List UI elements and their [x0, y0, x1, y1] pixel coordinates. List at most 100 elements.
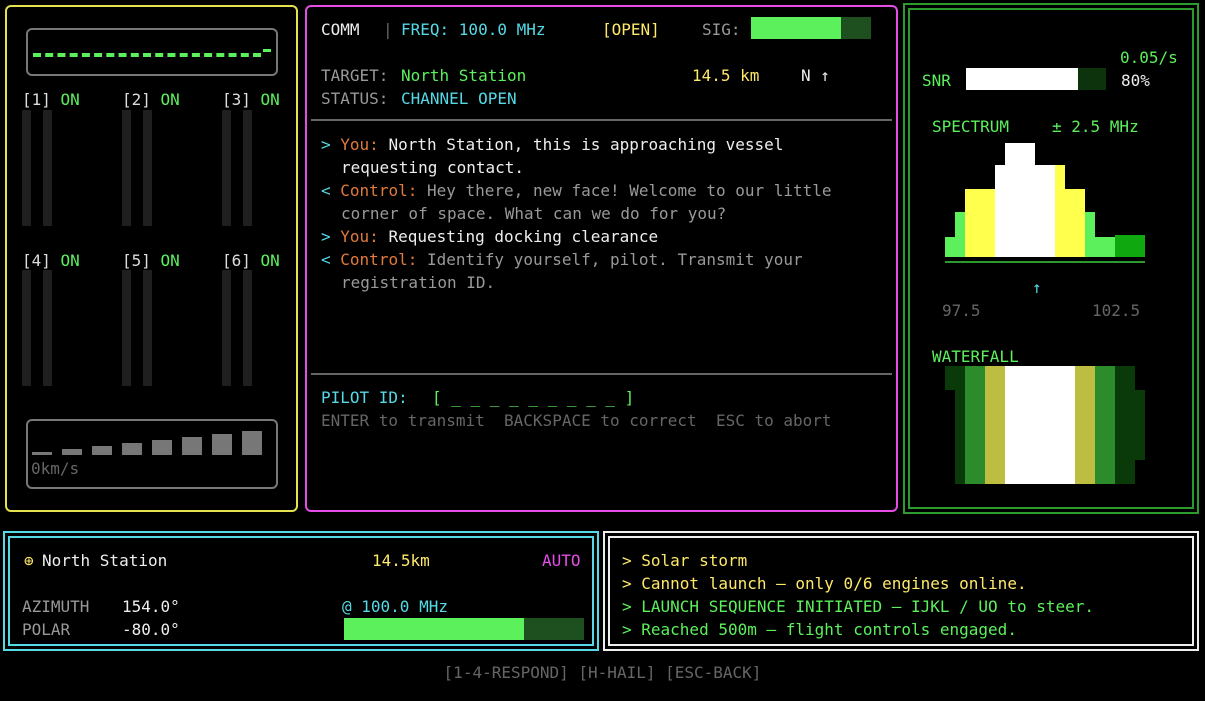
engine-2-bar-a [122, 110, 131, 226]
comm-panel: COMM | FREQ: 100.0 MHz [OPEN] SIG: TARGE… [305, 5, 898, 512]
engine-3-bar-b [243, 110, 252, 226]
comm-help-text: ENTER to transmit BACKSPACE to correct E… [321, 411, 832, 430]
spectrum-marker: ↑ [1032, 278, 1042, 297]
transcript-line: requesting contact. [341, 158, 525, 177]
spectrum-bar [1035, 165, 1045, 257]
velocity-bar-8 [242, 431, 262, 455]
spectrum-bar [1065, 189, 1075, 257]
transcript-line: corner of space. What can we do for you? [341, 204, 727, 223]
snr-meter [966, 68, 1106, 90]
spectrum-bar [965, 189, 975, 257]
log-line: > LAUNCH SEQUENCE INITIATED — IJKL / UO … [622, 597, 1095, 616]
spectrum-baseline [945, 261, 1145, 263]
engine-6-bar-a [222, 270, 231, 386]
waterfall-column [985, 366, 1005, 484]
velocity-bar-2 [62, 449, 82, 455]
velocity-readout: 0km/s [31, 459, 80, 478]
snr-meter-fill [966, 68, 1078, 90]
engine-4-label: [4] ON [22, 251, 80, 270]
spectrum-max-freq: 102.5 [1092, 301, 1141, 320]
snr-value: 80% [1121, 71, 1150, 90]
throttle-line [33, 53, 261, 57]
engine-5-bar-b [143, 270, 152, 386]
event-log-panel: > Solar storm > Cannot launch — only 0/6… [603, 531, 1199, 651]
log-line: > Reached 500m — flight controls engaged… [622, 620, 1017, 639]
spectrum-bar [945, 237, 955, 257]
spectrum-bar [1055, 165, 1065, 257]
velocity-bar-1 [32, 452, 52, 455]
tuning-meter [344, 618, 584, 640]
spectrum-bar [995, 165, 1005, 257]
spectrum-bar [1105, 237, 1115, 257]
nav-target-name: North Station [42, 551, 168, 570]
spectrum-bar [1115, 235, 1125, 257]
spectrum-bar [985, 189, 995, 257]
channel-state-badge: [OPEN] [602, 20, 660, 39]
target-crosshair-icon: ⊕ [24, 551, 34, 570]
status-label: STATUS: [321, 89, 389, 108]
waterfall-column [1095, 366, 1115, 484]
log-line: > Cannot launch — only 0/6 engines onlin… [622, 574, 1027, 593]
waterfall-title: WATERFALL [932, 347, 1019, 366]
comm-separator: | [383, 20, 393, 39]
engine-5-bar-a [122, 270, 131, 386]
status-value: CHANNEL OPEN [401, 89, 517, 108]
signal-meter [751, 17, 871, 39]
target-label: TARGET: [321, 66, 389, 85]
snr-label: SNR [922, 71, 951, 90]
velocity-bar-7 [212, 434, 232, 455]
signal-label: SIG: [702, 20, 741, 39]
pilot-id-label: PILOT ID: [321, 388, 408, 407]
waterfall-column [965, 366, 985, 484]
spectrum-title: SPECTRUM [932, 117, 1010, 136]
header-divider [311, 119, 892, 121]
navigation-panel-inner: ⊕ North Station 14.5km AUTO AZIMUTH 154.… [8, 536, 594, 646]
spectrum-bar [1135, 235, 1145, 257]
target-heading: N ↑ [801, 66, 830, 85]
tuning-meter-fill [344, 618, 524, 640]
azimuth-label: AZIMUTH [22, 597, 90, 616]
spectrum-plot [945, 143, 1145, 263]
spectrum-bar [1125, 235, 1135, 257]
spectrum-panel: 0.05/s SNR 80% SPECTRUM ± 2.5 MHz ↑ 97.5… [903, 3, 1199, 514]
polar-label: POLAR [22, 620, 71, 639]
event-log-inner: > Solar storm > Cannot launch — only 0/6… [608, 536, 1194, 646]
engine-4-bar-a [22, 270, 31, 386]
transcript-line: < Control: Identify yourself, pilot. Tra… [321, 250, 803, 269]
waterfall-plot [945, 366, 1145, 484]
pilot-id-input[interactable]: [ _ _ _ _ _ _ _ _ _ ] [432, 388, 634, 407]
nav-frequency: @ 100.0 MHz [342, 597, 448, 616]
comm-frequency: FREQ: 100.0 MHz [401, 20, 546, 39]
navigation-panel: ⊕ North Station 14.5km AUTO AZIMUTH 154.… [3, 531, 599, 651]
azimuth-value: 154.0° [122, 597, 180, 616]
transcript-line: > You: Requesting docking clearance [321, 227, 659, 246]
log-line: > Solar storm [622, 551, 748, 570]
waterfall-column [1115, 366, 1135, 484]
spectrum-bar [1015, 143, 1025, 257]
waterfall-column [955, 366, 965, 484]
transcript-line: < Control: Hey there, new face! Welcome … [321, 181, 832, 200]
velocity-bar-3 [92, 446, 112, 455]
velocity-gauge: 0km/s [26, 419, 278, 489]
engine-2-bar-b [143, 110, 152, 226]
engine-1-label: [1] ON [22, 90, 80, 109]
spectrum-bar [1005, 143, 1015, 257]
waterfall-column [945, 366, 955, 390]
spectrum-bar [955, 212, 965, 257]
spectrum-bar [1075, 189, 1085, 257]
spectrum-bar [1085, 212, 1095, 257]
spectrum-bar [975, 189, 985, 257]
spectrum-bar [1095, 237, 1105, 257]
waterfall-column [1005, 366, 1075, 484]
keyboard-hints: [1-4-RESPOND] [H-HAIL] [ESC-BACK] [443, 663, 762, 682]
waterfall-column [1135, 390, 1145, 460]
spectrum-bar [1045, 165, 1055, 257]
signal-meter-fill [751, 17, 841, 39]
engine-6-bar-b [243, 270, 252, 386]
target-value: North Station [401, 66, 527, 85]
comm-label: COMM [321, 20, 360, 39]
spectrum-panel-inner: 0.05/s SNR 80% SPECTRUM ± 2.5 MHz ↑ 97.5… [908, 8, 1194, 509]
spectrum-min-freq: 97.5 [942, 301, 981, 320]
velocity-bar-6 [182, 437, 202, 455]
transcript-line: registration ID. [341, 273, 496, 292]
